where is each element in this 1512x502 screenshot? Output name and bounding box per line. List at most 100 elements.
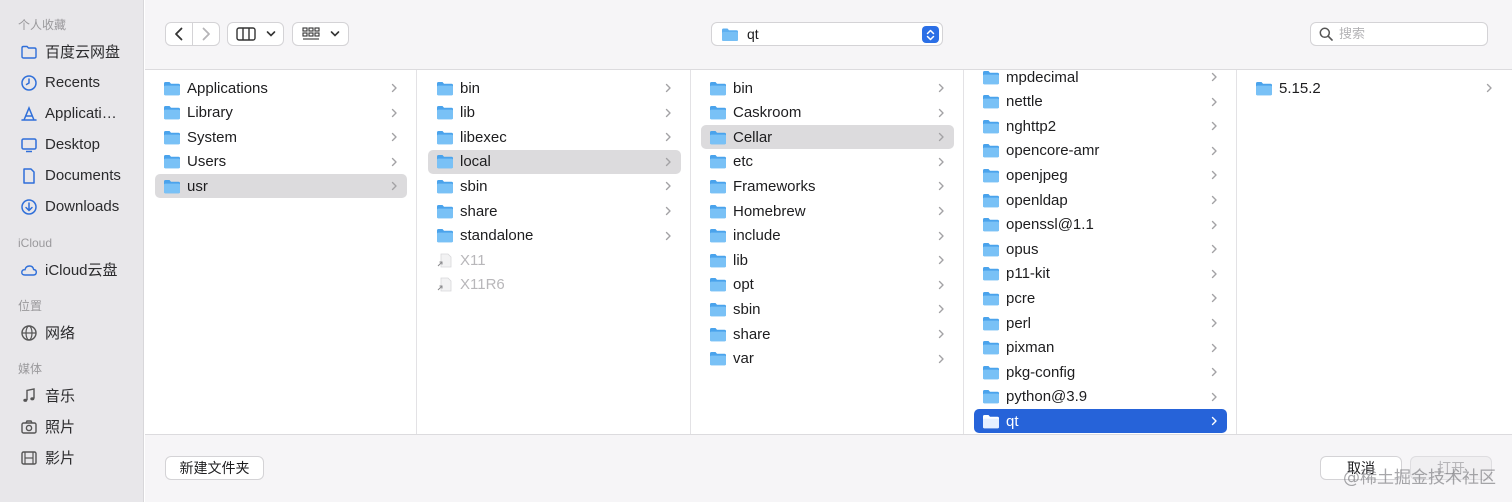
folder-icon (709, 105, 727, 120)
list-item[interactable]: Users (155, 150, 407, 174)
list-item-label: opencore-amr (1006, 142, 1100, 160)
list-item[interactable]: opt (701, 273, 954, 297)
list-item[interactable]: perl (974, 311, 1227, 335)
list-item[interactable]: Homebrew (701, 199, 954, 223)
chevron-right-icon (391, 108, 399, 118)
list-item[interactable]: var (701, 347, 954, 371)
list-item[interactable]: openjpeg (974, 163, 1227, 187)
chevron-right-icon (1211, 146, 1219, 156)
list-item-label: System (187, 128, 238, 146)
chevron-right-icon (938, 231, 946, 241)
list-item[interactable]: bin (428, 76, 681, 100)
list-item[interactable]: share (701, 322, 954, 346)
folder-icon (982, 389, 1000, 404)
sidebar-item-label: Recents (45, 74, 101, 91)
folder-icon (19, 43, 39, 61)
list-item[interactable]: etc (701, 150, 954, 174)
browser-column-0[interactable]: Applications Library System Users usr (145, 70, 417, 434)
list-item[interactable]: nettle (974, 90, 1227, 114)
list-item[interactable]: Library (155, 101, 407, 125)
column-view-button[interactable] (227, 22, 284, 46)
list-item[interactable]: libexec (428, 125, 681, 149)
folder-icon (982, 143, 1000, 158)
list-item[interactable]: openssl@1.1 (974, 213, 1227, 237)
list-item[interactable]: usr (155, 174, 407, 199)
sidebar-item-media-2[interactable]: 影片 (0, 442, 143, 473)
watermark: @稀土掘金技术社区 (1343, 468, 1496, 488)
list-item[interactable]: X11 (428, 248, 681, 272)
folder-icon (709, 204, 727, 219)
new-folder-button[interactable]: 新建文件夹 (165, 456, 264, 480)
chevron-right-icon (1211, 343, 1219, 353)
browser-column-2[interactable]: bin Caskroom Cellar etc Frameworks Homebrew in… (691, 70, 964, 434)
chevron-right-icon (391, 181, 399, 191)
list-item[interactable]: Frameworks (701, 174, 954, 198)
browser-column-4[interactable]: 5.15.2 (1237, 70, 1512, 434)
list-item[interactable]: Applications (155, 76, 407, 100)
browser-column-1[interactable]: bin lib libexec local sbin share standalone X11… (418, 70, 691, 434)
folder-icon (436, 130, 454, 145)
list-item-label: openldap (1006, 191, 1068, 209)
list-item-label: sbin (733, 300, 761, 318)
list-item[interactable]: nghttp2 (974, 114, 1227, 138)
sidebar-item-favorites-3[interactable]: Desktop (0, 129, 143, 160)
search-input[interactable] (1339, 26, 1479, 42)
list-item-label: pkg-config (1006, 363, 1076, 381)
chevron-right-icon (938, 304, 946, 314)
list-item[interactable]: pcre (974, 286, 1227, 310)
list-item[interactable]: lib (428, 101, 681, 125)
browser-column-3[interactable]: mpdecimal nettle nghttp2 opencore-amr openjp… (964, 70, 1237, 434)
list-item[interactable]: opus (974, 237, 1227, 261)
search-field[interactable] (1310, 22, 1488, 46)
list-item[interactable]: pkg-config (974, 360, 1227, 384)
list-item[interactable]: lib (701, 248, 954, 272)
list-item[interactable]: System (155, 125, 407, 149)
list-item[interactable]: python@3.9 (974, 385, 1227, 409)
folder-icon (982, 70, 1000, 85)
list-item[interactable]: include (701, 224, 954, 248)
list-item[interactable]: mpdecimal (974, 70, 1227, 89)
list-item[interactable]: sbin (428, 174, 681, 198)
list-item-label: opt (733, 276, 754, 294)
sidebar-item-favorites-4[interactable]: Documents (0, 160, 143, 191)
list-item[interactable]: Cellar (701, 125, 954, 150)
grid-icon (301, 27, 320, 40)
sidebar-item-favorites-5[interactable]: Downloads (0, 191, 143, 222)
sidebar-item-favorites-2[interactable]: Applicati… (0, 98, 143, 129)
list-item[interactable]: local (428, 149, 681, 174)
chevron-right-icon (1211, 416, 1219, 426)
chevron-right-icon (1211, 121, 1219, 131)
list-item[interactable]: bin (701, 76, 954, 100)
sidebar-item-favorites-0[interactable]: 百度云网盘 (0, 36, 143, 67)
clock-icon (19, 74, 39, 92)
list-item-label: Users (187, 153, 227, 171)
list-item-label: p11-kit (1006, 265, 1050, 283)
list-item[interactable]: pixman (974, 336, 1227, 360)
toolbar: qt (145, 0, 1512, 70)
list-item[interactable]: p11-kit (974, 262, 1227, 286)
list-item[interactable]: sbin (701, 297, 954, 321)
list-item[interactable]: X11R6 (428, 273, 681, 297)
sidebar-section-locations: 位置 (18, 299, 43, 313)
back-button[interactable] (165, 22, 193, 46)
sidebar-item-icloud-0[interactable]: iCloud云盘 (0, 254, 143, 285)
chevron-right-icon (1211, 72, 1219, 82)
list-item[interactable]: opencore-amr (974, 139, 1227, 163)
path-popup[interactable]: qt (711, 22, 943, 46)
folder-icon (163, 154, 181, 169)
list-item[interactable]: 5.15.2 (1247, 76, 1502, 100)
list-item[interactable]: qt (974, 409, 1227, 434)
sidebar-item-media-0[interactable]: 音乐 (0, 380, 143, 411)
group-by-button[interactable] (292, 22, 349, 46)
sidebar-item-favorites-1[interactable]: Recents (0, 67, 143, 98)
list-item[interactable]: Caskroom (701, 101, 954, 125)
forward-button[interactable] (192, 22, 220, 46)
list-item[interactable]: share (428, 199, 681, 223)
chevron-right-icon (391, 132, 399, 142)
folder-icon (982, 365, 1000, 380)
list-item[interactable]: openldap (974, 188, 1227, 212)
list-item[interactable]: standalone (428, 224, 681, 248)
sidebar-item-media-1[interactable]: 照片 (0, 411, 143, 442)
sidebar-locations-list: 网络 (0, 317, 143, 348)
sidebar-item-locations-0[interactable]: 网络 (0, 317, 143, 348)
